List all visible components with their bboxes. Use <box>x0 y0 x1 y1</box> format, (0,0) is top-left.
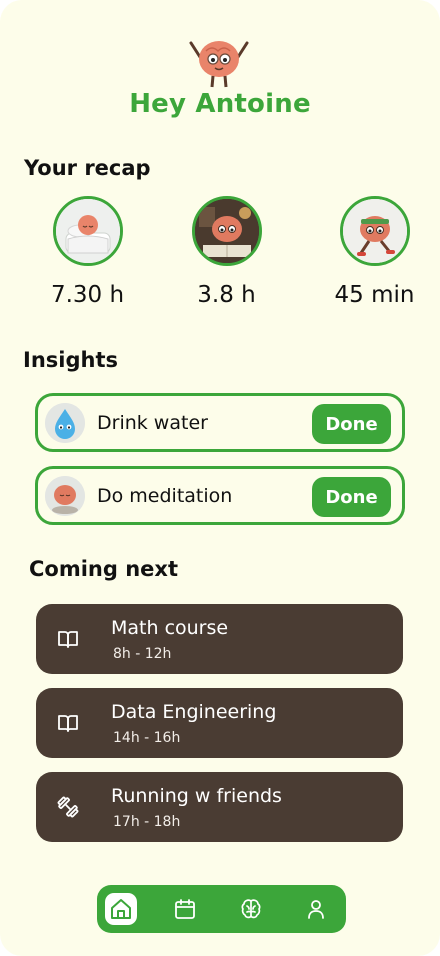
bottom-nav <box>97 885 346 933</box>
recap-sleep[interactable]: 7.30 h <box>40 196 135 308</box>
event-title: Data Engineering <box>111 701 277 723</box>
event-title: Running w friends <box>111 785 282 807</box>
nav-brain[interactable] <box>235 893 267 925</box>
nav-calendar[interactable] <box>169 893 201 925</box>
insight-label: Drink water <box>97 412 208 434</box>
study-brain-icon <box>191 196 262 266</box>
brain-mascot-icon <box>189 41 249 88</box>
home-screen: Hey Antoine Your recap 7.30 h 3.8 h 45 m… <box>0 0 440 956</box>
event-time: 8h - 12h <box>113 646 172 662</box>
brain-icon <box>241 899 261 919</box>
insight-drink-water: Drink water Done <box>35 393 405 452</box>
sleep-brain-icon <box>52 196 123 266</box>
coming-next-section-title: Coming next <box>29 557 178 581</box>
event-title: Math course <box>111 617 229 639</box>
insight-do-meditation: Do meditation Done <box>35 466 405 525</box>
water-drop-icon <box>45 403 85 443</box>
recap-section-title: Your recap <box>24 156 151 180</box>
recap-running[interactable]: 45 min <box>327 196 422 308</box>
home-icon <box>111 899 131 919</box>
event-card-running-w-friends[interactable]: Running w friends 17h - 18h <box>36 772 403 842</box>
recap-study[interactable]: 3.8 h <box>179 196 274 308</box>
drink-water-done-button[interactable]: Done <box>312 404 391 444</box>
book-icon <box>58 631 78 648</box>
meditation-brain-icon <box>45 476 85 516</box>
recap-sleep-value: 7.30 h <box>50 282 125 308</box>
nav-home[interactable] <box>105 893 137 925</box>
recap-running-value: 45 min <box>334 282 415 308</box>
insight-label: Do meditation <box>97 485 233 507</box>
do-meditation-done-button[interactable]: Done <box>312 477 391 517</box>
nav-profile[interactable] <box>300 893 332 925</box>
event-time: 17h - 18h <box>113 814 181 830</box>
profile-icon <box>308 900 324 919</box>
event-time: 14h - 16h <box>113 730 181 746</box>
insights-section-title: Insights <box>23 348 118 372</box>
greeting-title: Hey Antoine <box>129 89 311 119</box>
dumbbell-icon <box>57 796 79 818</box>
running-brain-icon <box>339 196 410 266</box>
event-card-math-course[interactable]: Math course 8h - 12h <box>36 604 403 674</box>
event-card-data-engineering[interactable]: Data Engineering 14h - 16h <box>36 688 403 758</box>
book-icon <box>58 715 78 732</box>
recap-study-value: 3.8 h <box>197 282 256 308</box>
calendar-icon <box>175 899 195 919</box>
